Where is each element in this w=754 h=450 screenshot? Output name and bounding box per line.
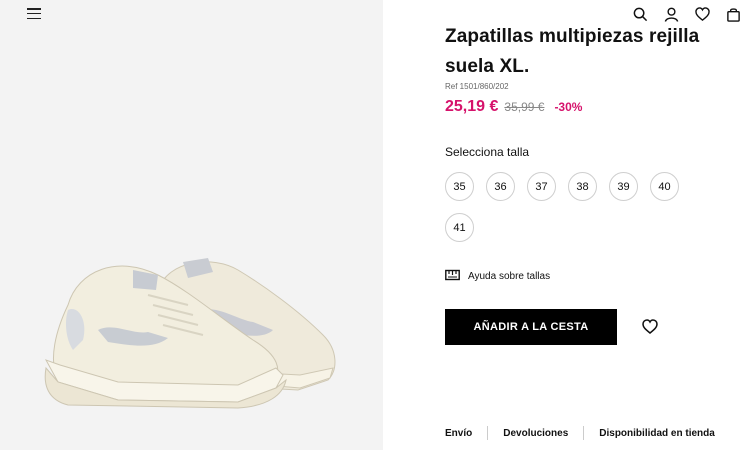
size-option-40[interactable]: 40 (650, 172, 679, 201)
product-ref: Ref 1501/860/202 (445, 82, 509, 91)
price-block: 25,19 € 35,99 € -30% (445, 98, 582, 116)
bag-icon[interactable] (725, 6, 742, 23)
product-image-panel (0, 0, 383, 450)
heart-icon[interactable] (694, 6, 711, 23)
shipping-link[interactable]: Envío (445, 428, 472, 439)
original-price: 35,99 € (504, 100, 545, 114)
store-availability-link[interactable]: Disponibilidad en tienda (599, 428, 715, 439)
heart-icon[interactable] (642, 319, 658, 335)
size-option-37[interactable]: 37 (527, 172, 556, 201)
add-to-cart-button[interactable]: AÑADIR A LA CESTA (445, 309, 617, 345)
size-option-41[interactable]: 41 (445, 213, 474, 242)
current-price: 25,19 € (445, 98, 499, 115)
size-option-39[interactable]: 39 (609, 172, 638, 201)
ruler-icon (445, 269, 460, 284)
size-help-link[interactable]: Ayuda sobre tallas (445, 269, 550, 284)
header-icons (632, 6, 742, 23)
size-selector: 35 36 37 38 39 40 41 (445, 172, 715, 242)
size-option-38[interactable]: 38 (568, 172, 597, 201)
info-links: Envío Devoluciones Disponibilidad en tie… (445, 426, 715, 440)
size-option-35[interactable]: 35 (445, 172, 474, 201)
size-help-label: Ayuda sobre tallas (468, 271, 551, 282)
user-icon[interactable] (663, 6, 680, 23)
returns-link[interactable]: Devoluciones (503, 428, 568, 439)
product-image[interactable] (38, 250, 338, 410)
search-icon[interactable] (632, 6, 649, 23)
divider (487, 426, 489, 440)
size-selector-label: Selecciona talla (445, 145, 530, 159)
menu-icon[interactable] (27, 8, 41, 20)
divider (583, 426, 585, 440)
discount-badge: -30% (554, 100, 583, 114)
size-option-36[interactable]: 36 (486, 172, 515, 201)
product-title: Zapatillas multipiezas rejilla suela XL. (445, 26, 700, 77)
